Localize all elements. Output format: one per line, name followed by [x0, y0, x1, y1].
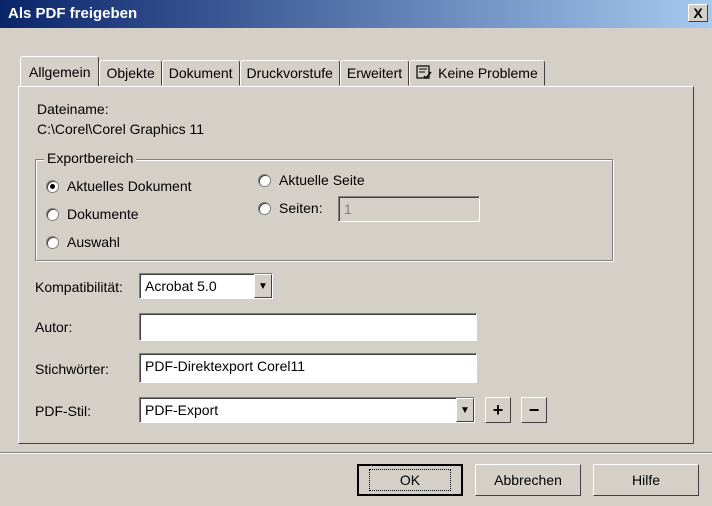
tab-label: Keine Probleme: [438, 65, 538, 81]
plus-icon: +: [492, 399, 504, 420]
filename-label: Dateiname:: [37, 101, 109, 117]
tab-allgemein[interactable]: Allgemein: [20, 56, 100, 86]
radio-label: Seiten:: [279, 200, 323, 216]
radio-current-document[interactable]: Aktuelles Dokument: [46, 178, 192, 194]
tab-label: Erweitert: [346, 65, 403, 81]
radio-label: Aktuelle Seite: [279, 172, 365, 188]
chevron-down-icon[interactable]: ▼: [456, 398, 474, 422]
pdf-style-label: PDF-Stil:: [35, 403, 91, 419]
export-range-group: Exportbereich Aktuelles Dokument Dokumen…: [35, 150, 613, 261]
separator: [0, 452, 712, 454]
radio-current-page[interactable]: Aktuelle Seite: [258, 172, 365, 188]
help-button-label: Hilfe: [631, 472, 660, 488]
pages-input[interactable]: 1: [338, 196, 480, 222]
radio-unchecked-icon: [46, 235, 59, 249]
tab-erweitert[interactable]: Erweitert: [339, 60, 410, 86]
checklist-icon: [416, 64, 432, 82]
compatibility-label: Kompatibilität:: [35, 279, 123, 295]
author-label: Autor:: [35, 319, 73, 335]
tab-label: Druckvorstufe: [246, 65, 333, 81]
chevron-down-icon[interactable]: ▼: [254, 274, 272, 298]
help-button[interactable]: Hilfe: [593, 464, 699, 496]
window-title: Als PDF freigeben: [8, 5, 138, 22]
radio-checked-icon: [46, 179, 59, 193]
radio-unchecked-icon: [258, 201, 271, 215]
remove-style-button[interactable]: −: [521, 397, 547, 423]
minus-icon: −: [528, 399, 540, 420]
radio-label: Aktuelles Dokument: [67, 178, 192, 194]
compatibility-select[interactable]: Acrobat 5.0 ▼: [139, 273, 273, 299]
keywords-label: Stichwörter:: [35, 361, 109, 377]
author-input[interactable]: [139, 313, 477, 341]
radio-label: Dokumente: [67, 206, 139, 222]
tab-label: Objekte: [106, 65, 155, 81]
cancel-button[interactable]: Abbrechen: [475, 464, 581, 496]
cancel-button-label: Abbrechen: [494, 472, 562, 488]
radio-selection[interactable]: Auswahl: [46, 234, 120, 250]
close-icon: X: [693, 5, 703, 21]
tab-objekte[interactable]: Objekte: [99, 60, 162, 86]
radio-documents[interactable]: Dokumente: [46, 206, 139, 222]
tab-keine-probleme[interactable]: Keine Probleme: [409, 60, 545, 86]
keywords-input[interactable]: PDF-Direktexport Corel11: [139, 353, 477, 383]
tab-bar: Allgemein Objekte Dokument Druckvorstufe…: [20, 56, 545, 86]
compatibility-value: Acrobat 5.0: [145, 278, 217, 294]
close-button[interactable]: X: [688, 4, 708, 22]
tab-druckvorstufe[interactable]: Druckvorstufe: [239, 60, 340, 86]
title-bar[interactable]: Als PDF freigeben X: [0, 0, 712, 28]
ok-button[interactable]: OK: [357, 464, 463, 496]
pdf-style-select[interactable]: PDF-Export ▼: [139, 397, 475, 423]
tab-label: Allgemein: [29, 63, 91, 80]
tab-dokument[interactable]: Dokument: [161, 60, 240, 86]
radio-pages[interactable]: Seiten:: [258, 200, 323, 216]
radio-unchecked-icon: [46, 207, 59, 221]
radio-label: Auswahl: [67, 234, 120, 250]
dialog-window: Als PDF freigeben X Allgemein Objekte Do…: [0, 0, 712, 506]
pdf-style-value: PDF-Export: [145, 402, 219, 418]
filename-value: C:\Corel\Corel Graphics 11: [37, 121, 205, 137]
general-tab-panel: Dateiname: C:\Corel\Corel Graphics 11 Ex…: [18, 86, 694, 444]
add-style-button[interactable]: +: [485, 397, 511, 423]
tab-label: Dokument: [168, 65, 233, 81]
export-range-legend: Exportbereich: [44, 150, 137, 166]
ok-button-label: OK: [368, 469, 452, 491]
radio-unchecked-icon: [258, 173, 271, 187]
